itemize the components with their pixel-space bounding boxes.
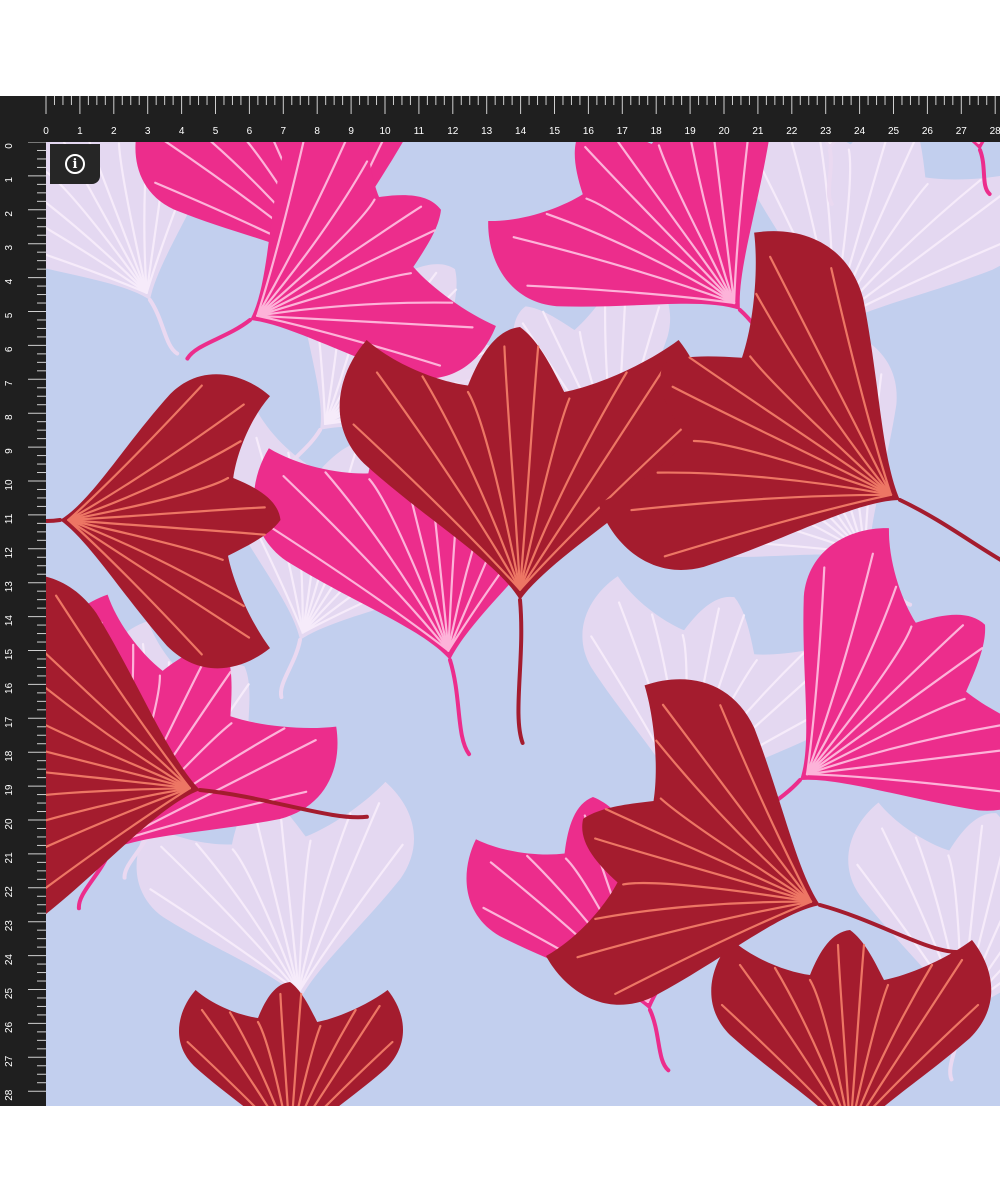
ruler-label-left: 0 [4,143,15,149]
ruler-label-top: 17 [617,126,629,137]
ruler-label-left: 10 [4,479,15,491]
ruler-label-top: 20 [718,126,730,137]
ruler-label-left: 2 [4,211,15,217]
ruler-label-top: 12 [447,126,459,137]
ruler-label-left: 16 [4,682,15,694]
ruler-label-left: 11 [4,513,15,524]
ruler-label-top: 5 [213,126,219,137]
ruler-label-left: 4 [4,278,15,284]
ruler-label-left: 3 [4,244,15,250]
horizontal-ruler: 0 1 2 3 4 5 6 7 8 9 10 11 12 13 14 15 16 17 18 19 20 21 22 23 24… [0,96,1000,142]
ruler-label-left: 19 [4,784,15,796]
ruler-label-top: 10 [379,126,391,137]
ruler-label-top: 7 [281,126,287,137]
ruler-label-left: 9 [4,448,15,454]
ruler-label-top: 4 [179,126,185,137]
ruler-label-top: 9 [348,126,354,137]
ruler-label-left: 13 [4,581,15,593]
ruler-label-left: 1 [4,177,15,183]
ruler-label-left: 26 [4,1021,15,1033]
vertical-ruler: 0 1 2 3 4 5 6 7 8 9 10 11 12 13 14 15 16 17 18 19 20 21 22 23 24… [0,141,46,1106]
ruler-label-top: 11 [414,126,425,137]
ruler-label-top: 15 [549,126,561,137]
ruler-label-left: 27 [4,1055,15,1067]
ruler-label-top: 25 [888,126,900,137]
ruler-label-top: 0 [43,126,49,137]
info-button[interactable]: i [50,144,100,184]
ruler-label-left: 7 [4,380,15,386]
ruler-label-top: 26 [922,126,934,137]
ruler-label-left: 15 [4,649,15,661]
ruler-label-left: 21 [4,852,15,864]
ruler-label-top: 22 [786,126,798,137]
ruler-label-left: 18 [4,750,15,762]
ruler-label-left: 22 [4,886,15,898]
ruler-label-left: 20 [4,818,15,830]
ruler-label-top: 28 [990,126,1000,137]
ruler-label-top: 24 [854,126,866,137]
ruler-label-top: 23 [820,126,832,137]
ruler-label-top: 13 [481,126,493,137]
ruler-label-left: 24 [4,954,15,966]
ruler-label-top: 19 [685,126,697,137]
ruler-label-left: 28 [4,1089,15,1101]
fabric-pattern-swatch [46,142,1000,1106]
ruler-label-left: 23 [4,920,15,932]
ruler-label-top: 3 [145,126,151,137]
ruler-label-left: 17 [4,716,15,728]
ruler-label-top: 14 [515,126,527,137]
ruler-label-top: 18 [651,126,663,137]
ruler-label-left: 12 [4,547,15,559]
ruler-label-left: 14 [4,615,15,627]
ruler-label-top: 6 [247,126,253,137]
ruler-label-top: 27 [956,126,968,137]
info-icon: i [65,154,85,174]
ruler-label-top: 1 [77,126,83,137]
ruler-label-top: 16 [583,126,595,137]
ruler-label-left: 8 [4,414,15,420]
ruler-label-left: 6 [4,346,15,352]
ruler-label-left: 25 [4,988,15,1000]
ruler-label-top: 8 [314,126,320,137]
ruler-label-left: 5 [4,312,15,318]
ruler-label-top: 21 [752,126,764,137]
ruler-label-top: 2 [111,126,117,137]
fabric-preview-frame: 0 1 2 3 4 5 6 7 8 9 10 11 12 13 14 15 16 17 18 19 20 21 22 23 24… [0,96,1000,1106]
